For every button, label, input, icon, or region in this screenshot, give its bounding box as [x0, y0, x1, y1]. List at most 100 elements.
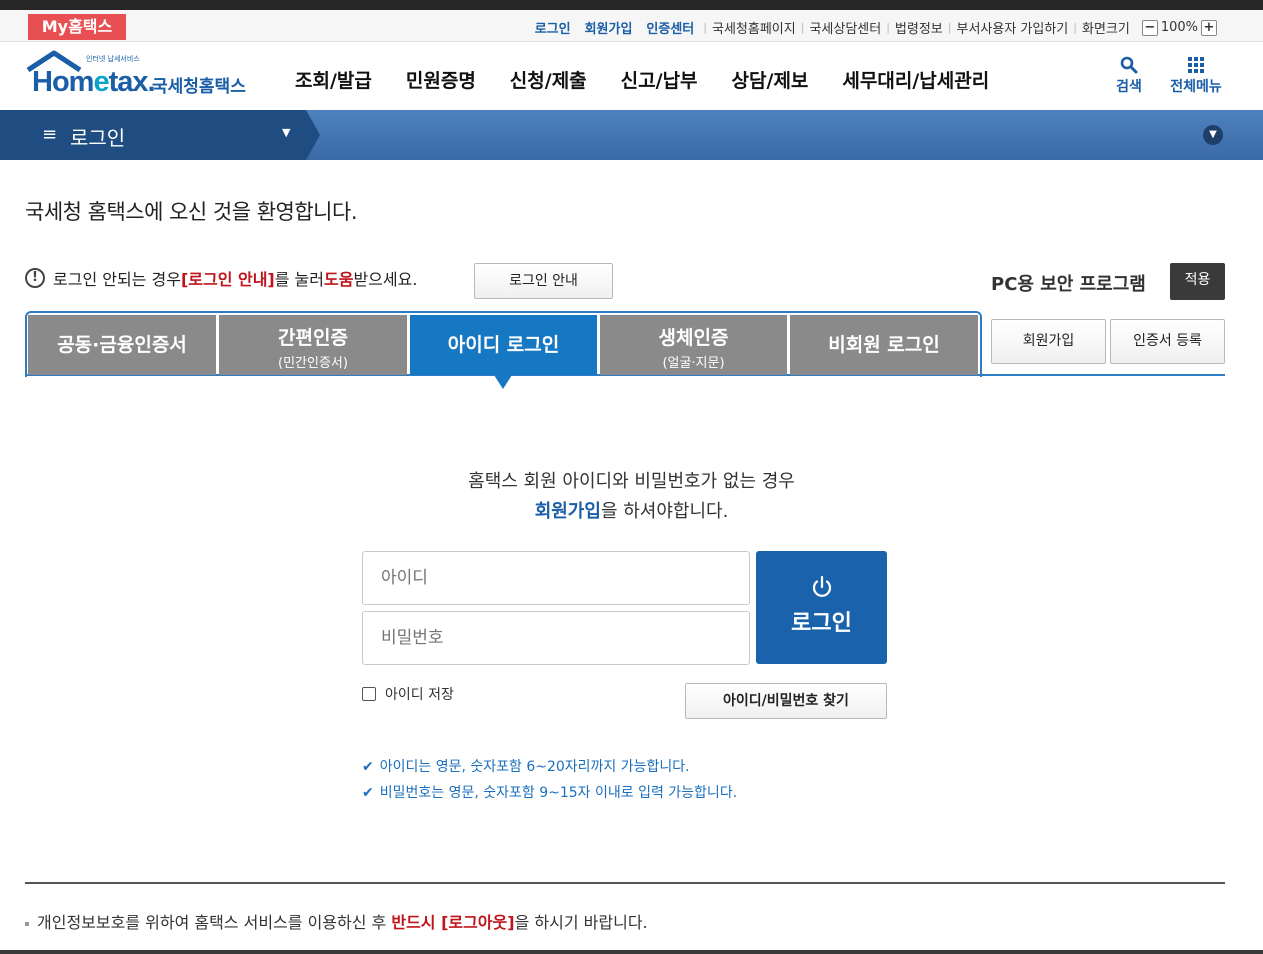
nav-item-report-pay[interactable]: 신고/납부	[621, 66, 698, 93]
user-id-input[interactable]	[362, 551, 750, 605]
separator: |	[947, 21, 952, 34]
logo-wordmark-part: Hom	[32, 66, 94, 98]
logo-wordmark-part: tax.	[108, 66, 156, 98]
tab-guest-login[interactable]: 비회원 로그인	[790, 315, 978, 375]
input-rules: ✔ 아이디는 영문, 숫자포함 6~20자리까지 가능합니다. ✔ 비밀번호는 영문…	[362, 754, 737, 806]
notice-text-pre: 로그인 안되는 경우	[53, 270, 181, 289]
login-button[interactable]: 로그인	[756, 551, 887, 664]
zoom-out-button[interactable]: −	[1141, 19, 1158, 36]
notice-text-post: 받으세요.	[353, 270, 418, 289]
rule-item: ✔ 아이디는 영문, 숫자포함 6~20자리까지 가능합니다.	[362, 754, 737, 780]
zoom-control: − 100% +	[1141, 19, 1217, 36]
grid-menu-icon	[1164, 54, 1228, 76]
header: 인터넷 납세서비스 Hometax. 국세청홈택스 조회/발급 민원증명 신청/…	[0, 42, 1263, 110]
exclamation-icon: !	[25, 268, 45, 288]
save-id-option[interactable]: 아이디 저장	[362, 684, 454, 704]
page-title: 국세청 홈택스에 오신 것을 환영합니다.	[25, 200, 358, 224]
utility-links: 로그인 회원가입 인증센터 | 국세청홈페이지 | 국세상담센터 | 법령정보 …	[535, 18, 1217, 37]
nav-item-certificates[interactable]: 민원증명	[406, 66, 476, 93]
signup-link[interactable]: 회원가입	[585, 18, 633, 37]
separator: |	[1073, 21, 1077, 34]
check-icon: ✔	[362, 785, 374, 801]
logo-tagline: 인터넷 납세서비스	[86, 55, 140, 63]
signup-button[interactable]: 회원가입	[991, 319, 1106, 364]
divider	[25, 882, 1225, 884]
info-line-2: 회원가입을 하셔야합니다.	[0, 497, 1263, 527]
check-icon: ✔	[362, 759, 374, 775]
reminder-post: 을 하시기 바랍니다.	[514, 913, 648, 932]
logout-reminder: 개인정보보호를 위하여 홈택스 서비스를 이용하신 후 반드시 [로그아웃]을 …	[25, 909, 648, 933]
location-bar: ≡ 로그인 ▼ ▼	[0, 110, 1263, 160]
search-label: 검색	[1116, 79, 1142, 95]
tab-label: 공동·금융인증서	[57, 334, 187, 356]
login-link[interactable]: 로그인	[535, 18, 571, 37]
password-input[interactable]	[362, 611, 750, 665]
nav-item-apply[interactable]: 신청/제출	[510, 66, 587, 93]
tab-label: 생체인증	[658, 327, 729, 349]
tab-label: 간편인증	[278, 327, 348, 349]
security-apply-button[interactable]: 적용	[1170, 263, 1225, 300]
logo-wordmark-e: e	[93, 66, 109, 98]
tab-sublabel: (얼굴·지문)	[662, 356, 725, 371]
help-text: 도움	[323, 270, 354, 289]
cert-center-link[interactable]: 인증센터	[646, 18, 694, 37]
window-top-strip	[0, 0, 1263, 10]
nav-item-consult[interactable]: 상담/제보	[732, 66, 809, 93]
login-button-label: 로그인	[791, 611, 852, 636]
utility-bar: My홈택스 로그인 회원가입 인증센터 | 국세청홈페이지 | 국세상담센터 |…	[0, 10, 1263, 42]
global-nav: 조회/발급 민원증명 신청/제출 신고/납부 상담/제보 세무대리/납세관리	[278, 66, 1006, 93]
tab-label: 아이디 로그인	[447, 334, 560, 356]
nav-item-agent[interactable]: 세무대리/납세관리	[842, 66, 989, 93]
separator: |	[800, 21, 805, 34]
tab-sublabel: (민간인증서)	[278, 356, 348, 371]
separator: |	[886, 21, 890, 34]
tab-joint-certificate[interactable]: 공동·금융인증서	[28, 315, 216, 375]
login-guide-link-text: [로그인 안내]	[180, 270, 275, 289]
caret-down-icon: ▼	[282, 126, 291, 139]
law-info-link[interactable]: 법령정보	[895, 18, 943, 37]
login-help-notice: ! 로그인 안되는 경우 [로그인 안내] 를 눌러 도움 받으세요.	[25, 266, 417, 290]
tab-biometric[interactable]: 생체인증 (얼굴·지문)	[600, 315, 787, 375]
logo-korean-name: 국세청홈택스	[152, 77, 246, 97]
save-id-label: 아이디 저장	[385, 687, 454, 703]
hamburger-icon: ≡	[42, 124, 58, 145]
cert-register-button[interactable]: 인증서 등록	[1110, 319, 1225, 364]
zoom-in-button[interactable]: +	[1201, 19, 1217, 36]
consult-center-link[interactable]: 국세상담센터	[809, 18, 881, 37]
reminder-emphasis: 반드시 [로그아웃]	[391, 913, 515, 932]
bullet-icon	[25, 921, 29, 926]
save-id-checkbox[interactable]	[362, 687, 376, 701]
all-menu-label: 전체메뉴	[1170, 79, 1222, 95]
my-hometax-button[interactable]: My홈택스	[28, 14, 126, 40]
tab-label: 비회원 로그인	[828, 334, 940, 356]
signup-info: 홈택스 회원 아이디와 비밀번호가 없는 경우 회원가입을 하셔야합니다.	[0, 467, 1263, 527]
signup-inline-link[interactable]: 회원가입	[535, 501, 601, 522]
rule-item: ✔ 비밀번호는 영문, 숫자포함 9~15자 이내로 입력 가능합니다.	[362, 780, 737, 806]
login-guide-button[interactable]: 로그인 안내	[474, 263, 613, 299]
power-icon	[812, 575, 832, 597]
search-button[interactable]: 검색	[1110, 54, 1148, 96]
chevron-down-icon[interactable]: ▼	[1203, 125, 1223, 145]
tab-simple-auth[interactable]: 간편인증 (민간인증서)	[219, 315, 407, 375]
pc-security-label: PC용 보안 프로그램	[991, 274, 1146, 295]
screen-size-label: 화면크기	[1081, 22, 1130, 37]
window-bottom-strip	[0, 950, 1263, 954]
reminder-pre: 개인정보보호를 위하여 홈택스 서비스를 이용하신 후	[37, 913, 392, 932]
info-line-1: 홈택스 회원 아이디와 비밀번호가 없는 경우	[468, 471, 795, 492]
rule-text: 아이디는 영문, 숫자포함 6~20자리까지 가능합니다.	[379, 759, 690, 775]
nts-homepage-link[interactable]: 국세청홈페이지	[712, 18, 796, 37]
tab-id-login[interactable]: 아이디 로그인	[410, 315, 597, 375]
zoom-value: 100%	[1160, 20, 1198, 35]
nav-item-inquiry[interactable]: 조회/발급	[295, 66, 372, 93]
search-icon	[1110, 54, 1148, 76]
all-menu-button[interactable]: 전체메뉴	[1164, 54, 1228, 96]
breadcrumb[interactable]: ≡ 로그인 ▼	[0, 110, 320, 160]
active-tab-pointer	[494, 375, 512, 389]
find-id-password-button[interactable]: 아이디/비밀번호 찾기	[685, 683, 887, 719]
hometax-logo[interactable]: 인터넷 납세서비스 Hometax. 국세청홈택스	[24, 50, 254, 106]
notice-text-mid: 를 눌러	[274, 270, 324, 289]
info-line-2-text: 을 하셔야합니다.	[600, 501, 729, 522]
dept-user-signup-link[interactable]: 부서사용자 가입하기	[956, 18, 1068, 37]
logo-wordmark: Hometax.	[32, 66, 156, 99]
separator: |	[703, 21, 707, 34]
